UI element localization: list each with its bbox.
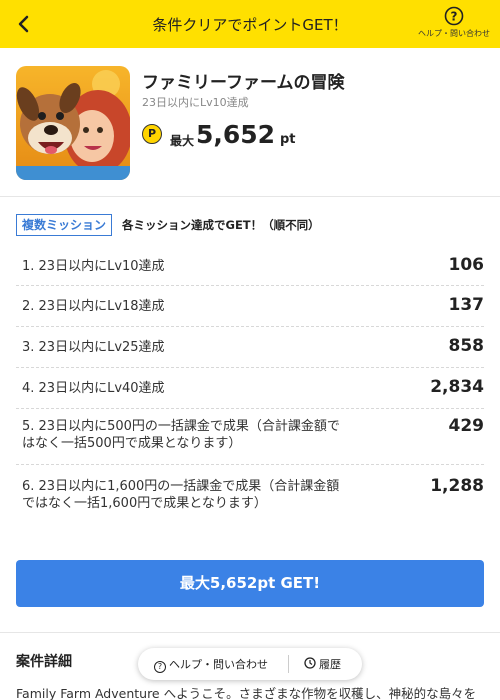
- details-heading: 案件詳細: [16, 654, 72, 670]
- mission-text: 4. 23日以内にLv40達成: [22, 381, 165, 396]
- mission-points: 137: [448, 295, 485, 315]
- history-button[interactable]: 履歴: [304, 656, 341, 672]
- app-condition: 23日以内にLv10達成: [142, 96, 249, 109]
- mission-points: 429: [448, 416, 485, 436]
- mission-row: 4. 23日以内にLv40達成 2,834: [16, 368, 484, 409]
- mission-row: 3. 23日以内にLv25達成 858: [16, 327, 484, 368]
- floating-help-label: ヘルプ・問い合わせ: [169, 658, 268, 671]
- divider: [0, 632, 500, 633]
- floating-help-button[interactable]: ? ヘルプ・問い合わせ: [154, 656, 268, 673]
- mission-list: 1. 23日以内にLv10達成 106 2. 23日以内にLv18達成 137 …: [16, 246, 484, 521]
- mission-row: 2. 23日以内にLv18達成 137: [16, 286, 484, 327]
- mission-row: 6. 23日以内に1,600円の一括課金で成果（合計課金額ではなく一括1,600…: [16, 465, 484, 521]
- help-contact-label: ヘルプ・問い合わせ: [418, 29, 490, 38]
- app-icon: [16, 66, 130, 180]
- history-label: 履歴: [319, 658, 341, 671]
- mission-note: 各ミッション達成でGET！（順不同）: [122, 218, 320, 232]
- mission-text: 2. 23日以内にLv18達成: [22, 299, 165, 314]
- mission-row: 1. 23日以内にLv10達成 106: [16, 246, 484, 286]
- points-unit: pt: [280, 132, 296, 147]
- mission-text: 3. 23日以内にLv25達成: [22, 340, 165, 355]
- mission-points: 106: [448, 255, 485, 275]
- get-points-button[interactable]: 最大5,652pt GET!: [16, 560, 484, 607]
- top-bar: 条件クリアでポイントGET！ ? ヘルプ・問い合わせ: [0, 0, 500, 48]
- mission-points: 1,288: [430, 476, 484, 496]
- details-body: Family Farm Adventure へようこそ。さまざまな作物を収穫し、…: [16, 686, 477, 700]
- question-circle-icon: ?: [444, 6, 464, 26]
- mission-text: 6. 23日以内に1,600円の一括課金で成果（合計課金額ではなく一括1,600…: [22, 479, 340, 511]
- points-prefix: 最大: [170, 134, 195, 148]
- question-circle-icon: ?: [154, 661, 166, 673]
- max-points-value: 5,652: [196, 120, 276, 149]
- help-contact-button[interactable]: ? ヘルプ・問い合わせ: [418, 6, 490, 39]
- app-summary: ファミリーファームの冒険 23日以内にLv10達成 P 最大 5,652 pt: [16, 66, 500, 182]
- multi-mission-badge: 複数ミッション: [16, 214, 113, 236]
- mission-points: 858: [448, 336, 485, 356]
- app-name: ファミリーファームの冒険: [142, 73, 345, 93]
- divider: [0, 196, 500, 197]
- floating-action-bar: ? ヘルプ・問い合わせ 履歴: [138, 648, 362, 680]
- separator: [288, 655, 289, 673]
- svg-text:?: ?: [451, 10, 458, 24]
- mission-points: 2,834: [430, 377, 484, 397]
- mission-text: 1. 23日以内にLv10達成: [22, 259, 165, 274]
- point-coin-icon: P: [142, 124, 162, 144]
- mission-row: 5. 23日以内に500円の一括課金で成果（合計課金額ではなく一括500円で成果…: [16, 409, 484, 465]
- history-clock-icon: [304, 657, 316, 669]
- mission-text: 5. 23日以内に500円の一括課金で成果（合計課金額ではなく一括500円で成果…: [22, 419, 340, 451]
